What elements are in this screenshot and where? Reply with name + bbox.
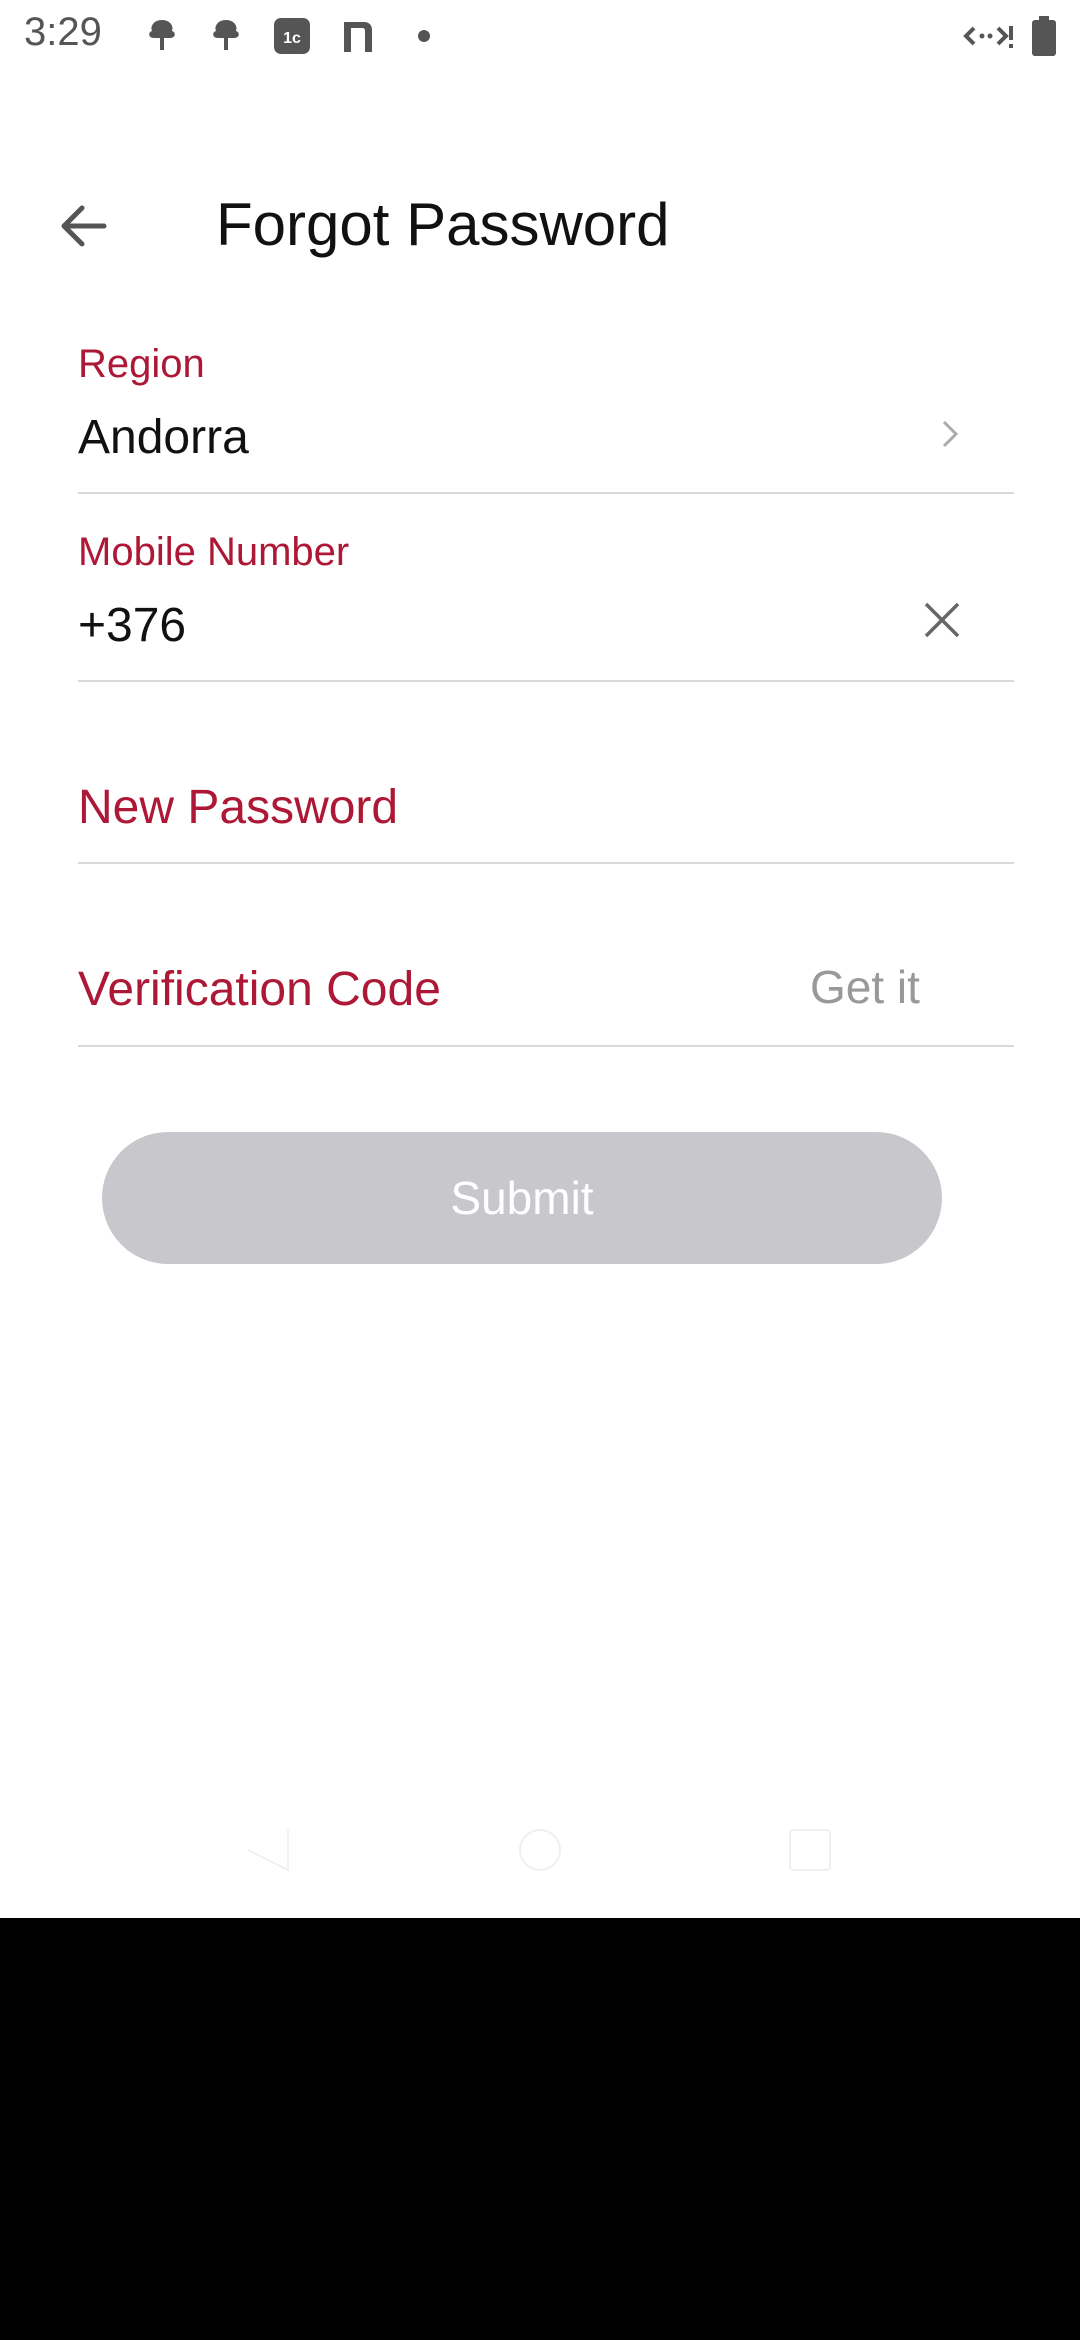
get-code-button[interactable]: Get it [810, 960, 920, 1014]
mobile-number-divider [78, 680, 1014, 682]
status-bar: 3:29 1c [0, 0, 1080, 72]
region-value: Andorra [78, 411, 249, 464]
forgot-password-screen: 3:29 1c Forgot Password Region Andorra M… [0, 0, 1080, 1918]
nav-home-icon[interactable] [516, 1826, 564, 1874]
black-bottom-area [0, 1918, 1080, 2340]
verification-code-divider [78, 1045, 1014, 1047]
chevron-right-icon [942, 420, 959, 448]
nav-recents-icon[interactable] [786, 1826, 834, 1874]
submit-button[interactable]: Submit [102, 1132, 942, 1264]
n-app-icon [344, 22, 372, 52]
back-button[interactable] [44, 186, 124, 266]
mobile-number-value[interactable]: +376 [78, 598, 186, 653]
mobile-number-label: Mobile Number [78, 530, 350, 574]
region-label: Region [78, 342, 205, 386]
new-password-divider [78, 862, 1014, 864]
tree-icon [213, 20, 239, 50]
tree-icon [149, 20, 175, 50]
dot-icon [418, 30, 430, 42]
new-password-label: New Password [78, 781, 399, 834]
arrow-left-icon [61, 205, 107, 247]
region-divider [78, 492, 1014, 494]
nav-back-icon[interactable] [244, 1826, 292, 1874]
svg-text:1c: 1c [283, 30, 301, 47]
app-1c-icon: 1c [274, 18, 310, 54]
status-time: 3:29 [24, 10, 102, 54]
battery-icon [1032, 16, 1056, 56]
clear-icon[interactable] [918, 596, 966, 644]
verification-code-label: Verification Code [78, 963, 441, 1016]
page-title: Forgot Password [216, 191, 670, 258]
network-icon [963, 26, 1013, 48]
